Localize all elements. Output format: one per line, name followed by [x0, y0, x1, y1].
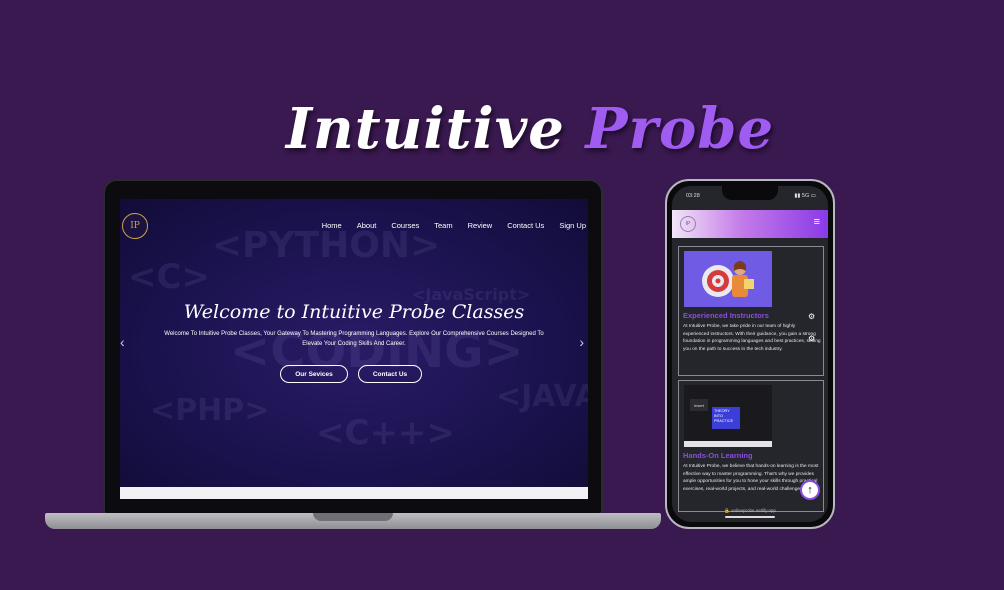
- bg-word-cpp: <C++>: [316, 413, 455, 453]
- headline-word-probe: Probe: [585, 96, 775, 162]
- our-services-button[interactable]: Our Sevices: [280, 365, 348, 383]
- status-time: 03:28: [686, 193, 700, 199]
- photo-caption-strip: [684, 441, 772, 447]
- hero-title: Welcome to Intuitive Probe Classes: [183, 301, 525, 323]
- scroll-to-top-button[interactable]: ↑: [800, 480, 820, 500]
- chevron-left-icon[interactable]: ‹: [120, 334, 125, 350]
- feature-card-instructors: Experienced Instructors At Intuitive Pro…: [678, 246, 824, 376]
- phone-frame: 03:28 ▮▮ 5G ▭ IP ≡ Experienced Instructo…: [665, 179, 835, 529]
- hamburger-icon[interactable]: ≡: [814, 216, 820, 228]
- screen-bottom-strip: [120, 487, 588, 499]
- headline-word-intuitive: Intuitive: [285, 96, 565, 162]
- chevron-right-icon[interactable]: ›: [579, 334, 584, 350]
- card-title-hands-on: Hands-On Learning: [683, 451, 753, 460]
- instructor-illustration: [684, 251, 772, 307]
- bg-word-java: <JAVA>: [496, 379, 588, 414]
- nav-team[interactable]: Team: [434, 221, 452, 230]
- target-teacher-icon: [702, 261, 754, 297]
- home-indicator[interactable]: [725, 516, 775, 518]
- card-title-instructors: Experienced Instructors: [683, 311, 769, 320]
- nav-sign-up[interactable]: Sign Up: [559, 221, 586, 230]
- site-logo[interactable]: IP: [122, 213, 148, 239]
- contact-us-button[interactable]: Contact Us: [358, 365, 422, 383]
- gear-icon-secondary[interactable]: ⚙: [808, 334, 815, 343]
- laptop-hinge-notch: [313, 513, 393, 521]
- nav-about[interactable]: About: [357, 221, 377, 230]
- arrow-up-icon: ↑: [807, 484, 813, 496]
- laptop-screen: <PYTHON> <C> <JavaScript> <CODING> <PHP>…: [120, 199, 588, 499]
- bg-word-c: <C>: [128, 257, 210, 297]
- mobile-header: IP ≡: [672, 210, 828, 238]
- insert-key: Insert: [690, 399, 708, 411]
- theory-practice-key: THEORY INTO PRACTICE: [712, 407, 740, 429]
- site-navigation: Home About Courses Team Review Contact U…: [322, 221, 586, 230]
- gear-icon[interactable]: ⚙: [808, 312, 815, 321]
- bg-word-python: <PYTHON>: [212, 225, 441, 266]
- browser-url[interactable]: 🔒 onlineprobe.netlify.app: [672, 508, 828, 514]
- laptop-frame: <PYTHON> <C> <JavaScript> <CODING> <PHP>…: [103, 179, 603, 515]
- card-text-instructors: At Intuitive Probe, we take pride in our…: [683, 324, 821, 352]
- keyboard-photo: Insert THEORY INTO PRACTICE: [684, 385, 772, 447]
- nav-contact-us[interactable]: Contact Us: [507, 221, 544, 230]
- phone-screen: 03:28 ▮▮ 5G ▭ IP ≡ Experienced Instructo…: [672, 186, 828, 522]
- hero-subtitle: Welcome To Intuitive Probe Classes, Your…: [164, 331, 544, 347]
- nav-courses[interactable]: Courses: [391, 221, 419, 230]
- bg-word-php: <PHP>: [150, 393, 270, 428]
- nav-home[interactable]: Home: [322, 221, 342, 230]
- nav-review[interactable]: Review: [468, 221, 493, 230]
- page-headline: Intuitive Probe: [0, 96, 1004, 162]
- status-signal: ▮▮ 5G ▭: [794, 193, 816, 199]
- mobile-site-logo[interactable]: IP: [680, 216, 696, 232]
- phone-notch: [722, 186, 778, 200]
